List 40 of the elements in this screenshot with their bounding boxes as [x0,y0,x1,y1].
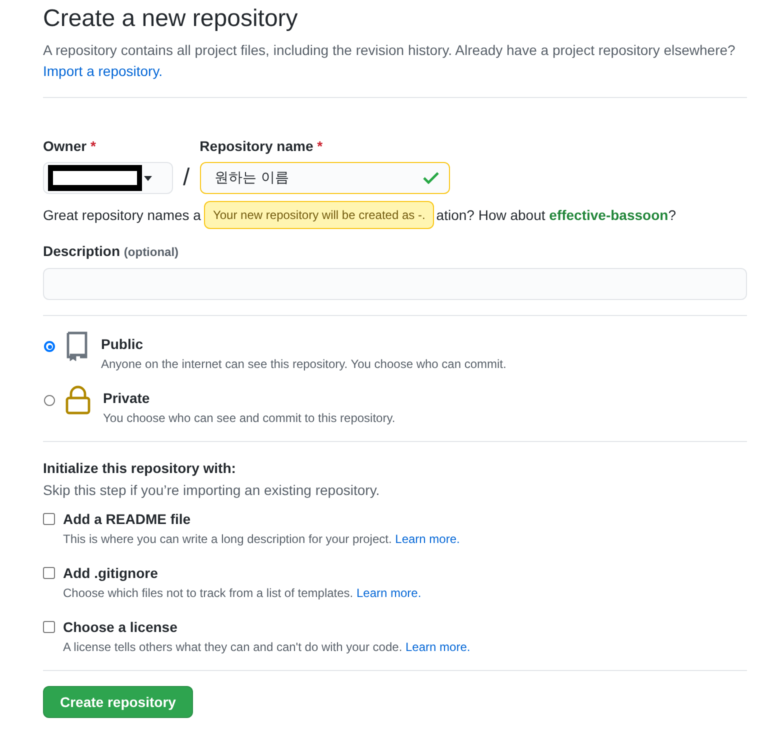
repository-name-label: Repository name * [200,137,324,156]
owner-label: Owner * [43,137,97,156]
learn-more-link[interactable]: Learn more. [406,640,470,654]
learn-more-link[interactable]: Learn more. [395,532,460,546]
option-description: Choose which files not to track from a list of templates. Learn more. [63,585,422,602]
option-label: Choose a license [63,618,178,636]
checkbox[interactable] [43,567,55,579]
repository-name-field[interactable]: 원하는 이름 [200,162,450,194]
import-link[interactable]: Import a repository. [43,63,163,79]
option-description: You choose who can see and commit to this repository. [103,410,396,427]
page-title: Create a new repository [43,4,299,34]
hint-text: ? [668,206,676,225]
radio-button[interactable] [44,341,55,352]
description-label: Description (optional) [43,242,180,261]
checkbox[interactable] [43,513,55,525]
create-repository-button[interactable]: Create repository [43,686,193,718]
suggestion-link[interactable]: effective-bassoon [549,205,668,225]
learn-more-link[interactable]: Learn more. [356,586,422,600]
checkbox[interactable] [43,621,55,633]
option-label: Public [101,335,144,353]
option-label: Private [103,389,151,407]
book-icon [65,331,89,361]
option-description: A license tells others what they can and can't do with your code. Learn more. [63,639,470,656]
hint-text: Great repository names a [43,206,201,225]
option-label: Add .gitignore [63,564,159,582]
lock-icon [65,385,91,415]
separator: / [183,163,190,193]
page-description: A repository contains all project files, including the revision history. Already have a project repository elsewhere? [43,42,736,58]
option-description: This is where you can write a long description for your project. Learn more. [63,531,460,548]
option-label: Add a README file [63,510,192,528]
section-heading: Initialize this repository with: [43,459,237,478]
radio-button[interactable] [44,395,55,406]
owner-dropdown[interactable] [43,162,173,194]
section-description: Skip this step if you’re importing an existing repository. [43,481,381,500]
check-icon [422,172,439,184]
option-description: Anyone on the internet can see this repository. You choose who can commit. [101,356,506,373]
hint-text: ation? How about [436,206,546,225]
description-field[interactable] [43,268,747,300]
caret-icon [144,176,152,180]
tooltip: Your new repository will be created as -. [204,201,434,229]
